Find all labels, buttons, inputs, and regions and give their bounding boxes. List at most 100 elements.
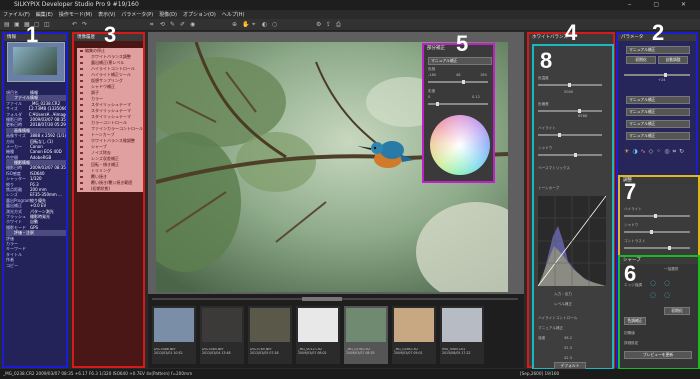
thumbnail-image: [202, 308, 242, 342]
dial-icon-4[interactable]: ◌: [664, 291, 670, 299]
strength-label: 強度: [538, 336, 546, 340]
brush-icon[interactable]: ✐: [180, 22, 186, 28]
preset-select[interactable]: マニュアル補正: [626, 46, 690, 54]
marker-6: 6: [624, 261, 637, 286]
highlight-knob[interactable]: [558, 133, 561, 137]
filmstrip-thumbnail[interactable]: _MG_0286.CR2 2009/03/07 09:01: [392, 306, 436, 364]
menu-option[interactable]: オプション(O): [183, 11, 216, 18]
dial-icon-3[interactable]: ◌: [650, 291, 656, 299]
gradient-icon[interactable]: ◐: [262, 22, 268, 28]
eyedropper-icon[interactable]: ⌖: [252, 22, 258, 28]
sharpness-reset-button[interactable]: 初期化: [664, 307, 690, 315]
wb-icon[interactable]: ☀: [624, 148, 629, 166]
highlight-slider[interactable]: [538, 133, 602, 137]
circle-icon[interactable]: ○: [272, 22, 278, 28]
update-preview-button[interactable]: プレビューを更新: [624, 351, 692, 359]
saturation-slider[interactable]: [428, 102, 488, 106]
history-bullet-icon: [80, 104, 83, 106]
filmstrip-thumbnail[interactable]: DSC5785.NEF 2012/03/05 07:18: [248, 306, 292, 364]
noise-icon[interactable]: ⁘: [656, 148, 661, 166]
history-item-label: スタイリッシュテーマ: [91, 108, 131, 113]
color-icon[interactable]: ◑: [632, 148, 637, 166]
window-controls[interactable]: ‒ ▢ ✕: [628, 1, 696, 8]
info-value: 2018/07/30 05:29: [30, 122, 66, 128]
rotate-icon[interactable]: ⟲: [160, 22, 166, 28]
spot-icon[interactable]: ◉: [190, 22, 196, 28]
export-icon[interactable]: ⇪: [326, 22, 332, 28]
param-select-3[interactable]: マニュアル補正: [626, 120, 690, 128]
param-select-1[interactable]: マニュアル補正: [626, 96, 690, 104]
open-icon[interactable]: ▤: [4, 22, 10, 28]
exposure-slider[interactable]: [624, 73, 690, 77]
develop-icon[interactable]: ⚙: [316, 22, 322, 28]
menu-edit[interactable]: 編集(E): [36, 11, 53, 18]
menu-file[interactable]: ファイル(F): [3, 11, 30, 18]
tint-slider[interactable]: [538, 109, 602, 113]
adjust-shadow-label: シャドウ: [624, 223, 639, 227]
dial-icon-1[interactable]: ◌: [650, 279, 656, 287]
menu-view[interactable]: 表示(V): [98, 11, 115, 18]
thumbnail-image: [346, 308, 386, 342]
exposure-knob[interactable]: [664, 73, 667, 77]
curve-icon[interactable]: ∿: [641, 148, 646, 166]
compare-icon[interactable]: ◫: [44, 22, 50, 28]
zoom-icon[interactable]: ⊕: [232, 22, 238, 28]
color-temp-knob[interactable]: [568, 83, 571, 87]
lens-icon[interactable]: ◎: [664, 148, 669, 166]
filmstrip-scroll-thumb[interactable]: [302, 297, 342, 301]
save-icon[interactable]: ▣: [14, 22, 20, 28]
info-table: 項目名 情報 ファイル情報 ファイル _MG_0238.CR2 サイズ 12.73MB (1…: [6, 90, 66, 268]
filmstrip-thumbnail[interactable]: DSC5486.NEF 2012/03/01 10:52: [152, 306, 196, 364]
menu-develop[interactable]: 現像(D): [159, 11, 177, 18]
filmstrip-thumbnail[interactable]: DSC5584.NEF 2012/03/04 13:48: [200, 306, 244, 364]
color-correction-button[interactable]: 色調補正: [624, 317, 646, 325]
history-item[interactable]: (初期状態): [77, 186, 143, 192]
history-bullet-icon: [80, 158, 83, 160]
correction-mode-select[interactable]: マニュアル補正: [428, 57, 492, 65]
tint-value: 6586: [578, 114, 588, 118]
shadow-label: シャドウ: [538, 146, 553, 150]
history-item-label: ノイズ除去: [91, 150, 111, 155]
thumbnail-image: [250, 308, 290, 342]
color-temp-slider[interactable]: [538, 83, 602, 87]
sharp-icon[interactable]: ◇: [649, 148, 654, 166]
parameter-panel: パラメータ マニュアル補正 初期化 自動調整 +24 マニュアル補正 マニュアル…: [616, 22, 700, 370]
adjust-shadow-slider[interactable]: [624, 230, 690, 234]
menu-help[interactable]: ヘルプ(H): [222, 11, 245, 18]
crop-tool-icon[interactable]: ⌗: [673, 148, 676, 166]
filmstrip-thumbnail[interactable]: IMG_9485.CR2 2015/08/05 17:22: [440, 306, 484, 364]
hand-icon[interactable]: ✋: [242, 22, 249, 28]
menu-parameter[interactable]: パラメータ(P): [121, 11, 153, 18]
color-temp-label: 色温度: [538, 76, 549, 80]
dial-icon-2[interactable]: ◌: [664, 279, 670, 287]
redo-icon[interactable]: ↷: [82, 22, 88, 28]
adjust-highlight-slider[interactable]: [624, 214, 690, 218]
tone-curve-graph[interactable]: [537, 195, 607, 287]
hue-slider[interactable]: [428, 80, 488, 84]
shadow-slider[interactable]: [538, 153, 602, 157]
history-item-label: ハイライトコントロール: [91, 66, 135, 71]
crop-icon[interactable]: ⌗: [150, 22, 156, 28]
rotate-tool-icon[interactable]: ↻: [679, 148, 684, 166]
filmstrip-thumbnail[interactable]: _MG_0238.CR2 2009/03/07 08:35: [344, 306, 388, 364]
adjust-contrast-slider[interactable]: [624, 246, 690, 250]
tint-knob[interactable]: [578, 109, 581, 113]
pen-icon[interactable]: ✎: [170, 22, 176, 28]
print-icon[interactable]: ⎙: [336, 22, 342, 28]
param-select-2[interactable]: マニュアル補正: [626, 108, 690, 116]
saturation-knob[interactable]: [436, 102, 439, 106]
adjust-contrast-knob[interactable]: [668, 246, 671, 250]
filmstrip-thumbnail[interactable]: _MG_0012.CR2 2009/03/07 08:02: [296, 306, 340, 364]
hue-knob[interactable]: [462, 80, 465, 84]
adjust-highlight-knob[interactable]: [654, 214, 657, 218]
adjust-shadow-knob[interactable]: [650, 230, 653, 234]
reset-button[interactable]: 初期化: [626, 56, 656, 64]
navigator-thumbnail[interactable]: [7, 42, 65, 82]
filmstrip-scrollbar[interactable]: [152, 297, 518, 301]
undo-icon[interactable]: ↶: [72, 22, 78, 28]
color-wheel[interactable]: [430, 115, 490, 175]
auto-adjust-button[interactable]: 自動調整: [658, 56, 688, 64]
menu-mode[interactable]: 操作モード(M): [59, 11, 92, 18]
shadow-knob[interactable]: [574, 153, 577, 157]
param-select-4[interactable]: マニュアル補正: [626, 132, 690, 140]
